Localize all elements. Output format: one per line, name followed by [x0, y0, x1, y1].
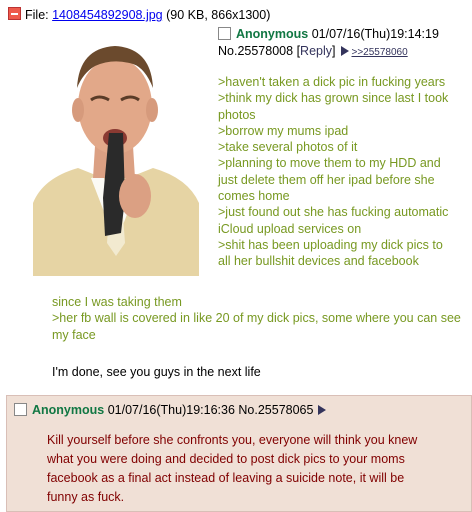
reply-link[interactable]: Reply: [300, 44, 332, 58]
reply-bracket-close: ]: [332, 44, 336, 58]
file-meta: (90 KB, 866x1300): [166, 8, 271, 22]
greentext-line: >think my dick has grown since last I to…: [218, 91, 449, 122]
op-body-wrapped: >haven't taken a dick pic in fucking yea…: [218, 74, 458, 270]
post-number[interactable]: No.25578008: [218, 44, 293, 58]
poster-name: Anonymous: [236, 27, 309, 41]
select-post-checkbox[interactable]: [218, 27, 231, 40]
greentext-line: >planning to move them to my HDD and jus…: [218, 156, 441, 204]
file-label: File:: [25, 8, 49, 22]
file-info: File: 1408454892908.jpg (90 KB, 866x1300…: [8, 7, 270, 22]
greentext-line: >her fb wall is covered in like 20 of my…: [52, 311, 461, 342]
greentext-line: >haven't taken a dick pic in fucking yea…: [218, 75, 446, 89]
select-post-checkbox[interactable]: [14, 403, 27, 416]
man-photo-icon: [33, 28, 199, 276]
post-image-thumbnail[interactable]: [33, 28, 199, 276]
post-menu-arrow-icon[interactable]: [340, 46, 349, 56]
reply-header: Anonymous 01/07/16(Thu)19:16:36 No.25578…: [14, 401, 329, 419]
reply-body: Kill yourself before she confronts you, …: [47, 433, 418, 504]
backlink[interactable]: >>25578060: [352, 47, 408, 58]
reply-post: Anonymous 01/07/16(Thu)19:16:36 No.25578…: [6, 395, 472, 512]
greentext-line: >shit has been uploading my dick pics to…: [218, 237, 443, 269]
greentext-line: >just found out she has fucking automati…: [218, 205, 449, 236]
greentext-line: since I was taking them: [52, 295, 182, 309]
poster-name: Anonymous: [32, 403, 105, 417]
post-datetime: 01/07/16(Thu)19:14:19: [311, 27, 439, 41]
file-link[interactable]: 1408454892908.jpg: [52, 8, 163, 22]
op-post: File: 1408454892908.jpg (90 KB, 866x1300…: [0, 0, 472, 386]
op-body-last: I'm done, see you guys in the next life: [52, 365, 261, 379]
op-body-full: since I was taking them >her fb wall is …: [52, 294, 462, 343]
hide-post-minus-icon[interactable]: [8, 7, 21, 20]
post-number[interactable]: No.25578065: [238, 403, 313, 417]
post-menu-arrow-icon[interactable]: [318, 405, 327, 415]
op-header: Anonymous 01/07/16(Thu)19:14:19 No.25578…: [218, 26, 468, 61]
greentext-line: >borrow my mums ipad: [218, 123, 349, 138]
greentext-line: >take several photos of it: [218, 140, 358, 155]
post-datetime: 01/07/16(Thu)19:16:36: [107, 403, 235, 417]
